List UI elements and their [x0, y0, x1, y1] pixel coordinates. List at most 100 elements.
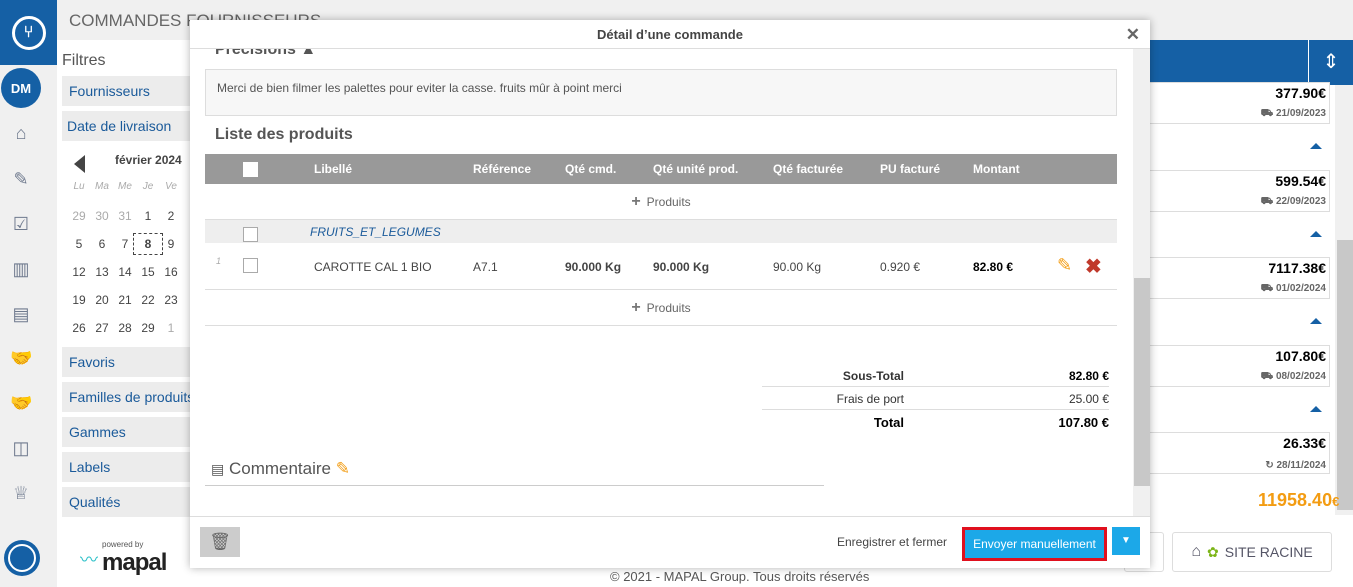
avatar[interactable]: DM — [1, 68, 41, 108]
col-qty-ordered: Qté cmd. — [565, 162, 617, 176]
orders-scrollbar-thumb[interactable] — [1337, 240, 1353, 510]
shipping-value: 25.00 € — [1068, 392, 1109, 406]
filter-qualities[interactable]: Qualités — [62, 487, 190, 517]
calendar-day[interactable]: 30 — [91, 209, 113, 223]
comment-section: ▤ Commentaire ✎ — [205, 454, 824, 486]
filter-delivery-date[interactable]: Date de livraison — [62, 111, 190, 141]
modal-scrollbar-thumb[interactable] — [1134, 278, 1150, 486]
order-card[interactable]: 377.90€ ⛟ 21/09/2023 — [1150, 82, 1330, 124]
filter-product-families[interactable]: Familles de produits — [62, 382, 190, 412]
calendar-day[interactable]: 8 — [133, 233, 163, 255]
calendar-day[interactable]: 31 — [114, 209, 136, 223]
order-amount: 7117.38€ — [1268, 260, 1326, 276]
caret-up-icon: ▲ — [300, 49, 317, 58]
calendar-day[interactable]: 16 — [160, 265, 182, 279]
calendar-day[interactable]: 22 — [137, 293, 159, 307]
add-products-button[interactable]: + Produits — [205, 290, 1117, 326]
comment-label: Commentaire — [228, 459, 332, 478]
home-icon: ⌂ — [1191, 543, 1202, 560]
filter-favorites[interactable]: Favoris — [62, 347, 190, 377]
row-checkbox[interactable] — [243, 258, 258, 273]
calendar-day[interactable]: 13 — [91, 265, 113, 279]
shipping-label: Frais de port — [836, 392, 904, 406]
collapse-caret-icon[interactable] — [1310, 405, 1322, 412]
order-amount: 26.33€ — [1283, 435, 1326, 451]
store-icon[interactable]: ▥ — [10, 258, 32, 280]
calendar-day[interactable]: 2 — [160, 209, 182, 223]
calendar-day[interactable]: 6 — [91, 237, 113, 251]
chevron-down-icon[interactable]: ▼ — [1112, 527, 1140, 555]
products-title: Liste des produits — [215, 126, 353, 143]
calendar-day[interactable]: 19 — [68, 293, 90, 307]
home-icon[interactable]: ⌂ — [10, 122, 32, 144]
site-racine-button[interactable]: ⌂ ✿ SITE RACINE — [1172, 532, 1332, 572]
precisions-note: Merci de bien filmer les palettes pour e… — [205, 69, 1117, 116]
family-checkbox[interactable] — [243, 227, 258, 242]
calendar-day[interactable]: 29 — [68, 209, 90, 223]
order-card[interactable]: 107.80€ ⛟ 08/02/2024 — [1150, 344, 1330, 387]
pencil-icon[interactable]: ✎ — [1057, 255, 1072, 276]
order-date-text: 28/11/2024 — [1276, 460, 1327, 471]
calendar-day[interactable]: 20 — [91, 293, 113, 307]
pencil-icon[interactable]: ✎ — [336, 459, 350, 478]
select-all-checkbox[interactable] — [243, 162, 258, 177]
modal-header: Détail d’une commande — [190, 20, 1150, 49]
order-amount: 107.80€ — [1275, 347, 1326, 364]
app-logo[interactable]: ⑂ — [0, 0, 57, 65]
building-icon[interactable]: ▤ — [10, 303, 32, 325]
shopping-bag-icon[interactable]: ◫ — [10, 437, 32, 459]
calendar-day[interactable]: 12 — [68, 265, 90, 279]
clipboard-check-icon[interactable]: ☑ — [10, 213, 32, 235]
weekday-label: Ve — [165, 181, 177, 192]
weekday-label: Lu — [73, 181, 85, 192]
add-products-button[interactable]: + Produits — [205, 184, 1117, 220]
order-card[interactable]: 7117.38€ ⛟ 01/02/2024 — [1150, 257, 1330, 299]
calendar-day[interactable]: 15 — [137, 265, 159, 279]
precisions-toggle[interactable]: Précisions ▲ — [215, 49, 316, 59]
brand: mapal — [102, 549, 167, 576]
weekday-label: Je — [142, 181, 154, 192]
calendar-day[interactable]: 14 — [114, 265, 136, 279]
expand-collapse-icon[interactable]: ⇕ — [1308, 40, 1353, 85]
family-row: FRUITS_ET_LEGUMES — [205, 220, 1117, 243]
weekday-label: Ma — [95, 181, 109, 192]
calendar-day[interactable]: 28 — [114, 321, 136, 335]
calendar-day[interactable]: 5 — [68, 237, 90, 251]
calendar-day[interactable]: 29 — [137, 321, 159, 335]
calendar-day[interactable]: 1 — [137, 209, 159, 223]
handshake-icon[interactable]: 🤝 — [10, 347, 32, 369]
subtotal-label: Sous-Total — [842, 369, 904, 383]
send-manually-button[interactable]: Envoyer manuellement — [962, 527, 1107, 561]
save-close-button[interactable]: Enregistrer et fermer — [837, 535, 947, 549]
filter-suppliers[interactable]: Fournisseurs — [62, 76, 190, 106]
qty-ordered: 90.000 Kg — [565, 260, 622, 274]
calendar-day[interactable]: 26 — [68, 321, 90, 335]
calendar-day[interactable]: 27 — [91, 321, 113, 335]
order-date: ⛟ 22/09/2023 — [1261, 196, 1326, 209]
col-unit-price: PU facturé — [880, 162, 941, 176]
total-row: Total 107.80 € — [762, 410, 1109, 433]
calendar-prev-icon[interactable] — [74, 155, 85, 173]
delete-x-icon[interactable]: ✖ — [1085, 254, 1102, 279]
collapse-caret-icon[interactable] — [1310, 143, 1322, 149]
calendar-day[interactable]: 7 — [114, 237, 136, 251]
filter-labels[interactable]: Labels — [62, 452, 190, 482]
order-card[interactable]: 26.33€ ↻ 28/11/2024 — [1150, 432, 1330, 474]
truck-icon: ⛟ — [1260, 108, 1274, 119]
truck-icon: ⛟ — [1260, 283, 1274, 294]
chef-hat-icon[interactable]: ♕ — [10, 482, 32, 504]
close-icon[interactable]: ✕ — [1126, 26, 1140, 43]
collapse-caret-icon[interactable] — [1310, 318, 1322, 324]
handshake-icon[interactable]: 🤝 — [10, 392, 32, 414]
row-amount: 82.80 € — [973, 260, 1014, 274]
edit-form-icon[interactable]: ✎ — [10, 168, 32, 190]
collapse-caret-icon[interactable] — [1310, 230, 1322, 237]
calendar-day[interactable]: 23 — [160, 293, 182, 307]
trash-icon[interactable]: 🗑 — [200, 527, 240, 557]
cutlery-icon — [8, 544, 36, 572]
order-card[interactable]: 599.54€ ⛟ 22/09/2023 — [1150, 169, 1330, 212]
calendar-day[interactable]: 9 — [160, 237, 182, 251]
calendar-day[interactable]: 21 — [114, 293, 136, 307]
calendar-day[interactable]: 1 — [160, 321, 182, 335]
filter-ranges[interactable]: Gammes — [62, 417, 190, 447]
